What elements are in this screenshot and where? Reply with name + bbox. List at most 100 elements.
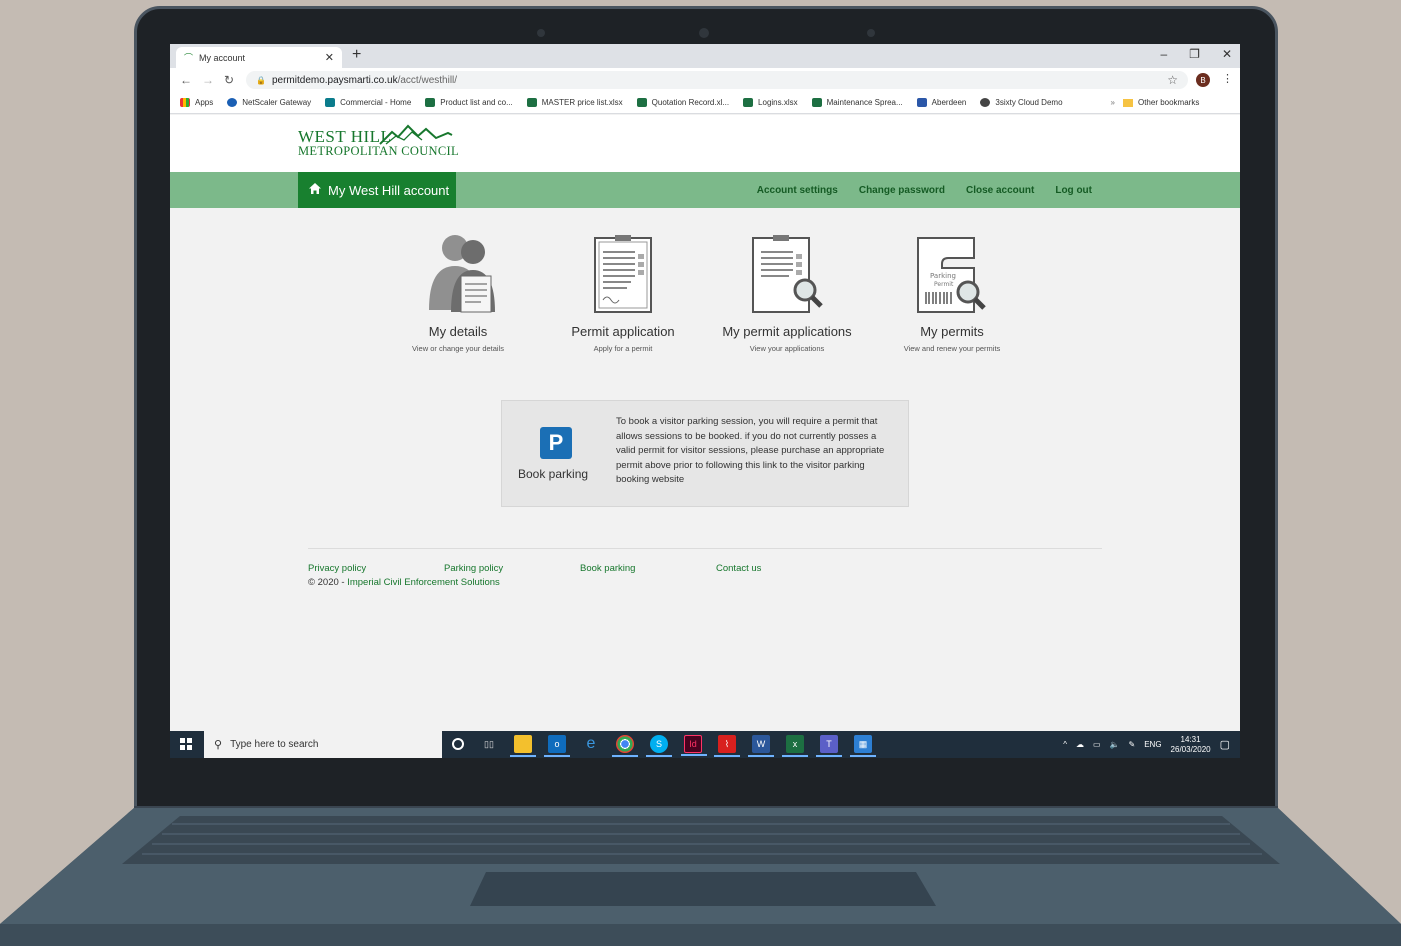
file-explorer-icon[interactable] bbox=[510, 735, 536, 757]
people-icon bbox=[429, 235, 495, 313]
nav-home-link[interactable]: My West Hill account bbox=[298, 172, 456, 208]
tile-my-permit-applications[interactable]: My permit applications View your applica… bbox=[702, 208, 872, 353]
apps-icon bbox=[180, 98, 190, 107]
bookmark-3sixty[interactable]: 3sixty Cloud Demo bbox=[980, 98, 1063, 107]
skype-icon[interactable]: S bbox=[646, 735, 672, 757]
footer-privacy-policy[interactable]: Privacy policy bbox=[308, 563, 366, 574]
notifications-icon[interactable]: ▢ bbox=[1220, 738, 1230, 751]
maximize-icon[interactable]: ❐ bbox=[1189, 47, 1200, 61]
site-header: WEST HILL METROPOLITAN COUNCIL bbox=[170, 115, 1240, 172]
profile-avatar[interactable]: B bbox=[1196, 73, 1210, 87]
language-indicator[interactable]: ENG bbox=[1144, 740, 1161, 749]
parking-p-icon[interactable]: P bbox=[540, 427, 572, 459]
tray-chevron-icon[interactable]: ^ bbox=[1063, 740, 1067, 749]
book-parking-link[interactable]: Book parking bbox=[518, 467, 588, 481]
teams-icon[interactable]: T bbox=[816, 735, 842, 757]
cortana-icon[interactable] bbox=[452, 738, 464, 750]
taskbar-search[interactable]: ⚲ Type here to search bbox=[204, 731, 442, 758]
onedrive-icon[interactable]: ☁ bbox=[1076, 740, 1084, 749]
network-icon[interactable]: ▭ bbox=[1093, 740, 1101, 749]
nav-home-label: My West Hill account bbox=[328, 182, 450, 198]
bookmark-other[interactable]: Other bookmarks bbox=[1122, 98, 1199, 107]
site-favicon-icon: ⌒ bbox=[184, 53, 194, 63]
laptop-keyboard-deck bbox=[0, 808, 1401, 946]
footer-divider bbox=[308, 548, 1102, 549]
browser-toolbar: ← → ↻ 🔒 permitdemo.paysmarti.co.uk/acct/… bbox=[170, 68, 1240, 92]
browser-tab-strip: ⌒ My account ✕ + – ❐ ✕ bbox=[170, 44, 1240, 68]
outlook-icon[interactable]: o bbox=[544, 735, 570, 757]
address-bar[interactable]: 🔒 permitdemo.paysmarti.co.uk/acct/westhi… bbox=[246, 71, 1188, 89]
pen-icon[interactable]: ✎ bbox=[1129, 740, 1136, 749]
bookmark-quotation[interactable]: Quotation Record.xl... bbox=[636, 98, 729, 107]
windows-start-icon[interactable] bbox=[180, 738, 192, 750]
clock-date: 26/03/2020 bbox=[1170, 744, 1211, 754]
footer-contact-us[interactable]: Contact us bbox=[716, 563, 761, 574]
cloud-icon bbox=[980, 98, 991, 107]
bookmarks-overflow-icon[interactable]: » bbox=[1111, 98, 1115, 107]
acrobat-icon[interactable]: ⌇ bbox=[714, 735, 740, 757]
nav-close-account[interactable]: Close account bbox=[966, 185, 1034, 196]
site-navbar: My West Hill account Account settings Ch… bbox=[170, 172, 1240, 208]
clipboard-icon bbox=[594, 235, 652, 313]
webcam bbox=[699, 28, 709, 38]
clock-time: 14:31 bbox=[1180, 734, 1201, 744]
footer-book-parking[interactable]: Book parking bbox=[580, 563, 635, 574]
footer-parking-policy[interactable]: Parking policy bbox=[444, 563, 503, 574]
excel-icon bbox=[636, 98, 647, 107]
excel-icon bbox=[526, 98, 537, 107]
parking-permit-icon: Parking Permit bbox=[917, 237, 986, 313]
indesign-icon[interactable]: Id bbox=[681, 735, 707, 756]
bookmark-star-icon[interactable]: ☆ bbox=[1167, 73, 1178, 87]
edge-icon[interactable]: e bbox=[582, 735, 600, 753]
browser-menu-icon[interactable]: ⋮ bbox=[1222, 72, 1233, 85]
bookmark-aberdeen[interactable]: Aberdeen bbox=[916, 98, 966, 107]
volume-icon[interactable]: 🔈 bbox=[1110, 740, 1120, 749]
bookmark-master-price[interactable]: MASTER price list.xlsx bbox=[526, 98, 623, 107]
sensor-dot bbox=[537, 29, 545, 37]
hills-logo-icon bbox=[379, 124, 453, 145]
taskbar-clock[interactable]: 14:31 26/03/2020 bbox=[1171, 735, 1211, 755]
home-icon bbox=[308, 182, 322, 198]
nav-account-settings[interactable]: Account settings bbox=[757, 185, 838, 196]
bookmark-commercial[interactable]: Commercial - Home bbox=[325, 98, 411, 107]
tile-title: My details bbox=[428, 324, 488, 339]
book-parking-panel: P Book parking To book a visitor parking… bbox=[501, 400, 909, 507]
tile-permit-application[interactable]: Permit application Apply for a permit bbox=[538, 208, 708, 353]
back-arrow-icon[interactable]: ← bbox=[180, 73, 192, 87]
tab-close-icon[interactable]: ✕ bbox=[325, 51, 334, 64]
netscaler-icon bbox=[227, 98, 238, 107]
council-logo[interactable]: WEST HILL METROPOLITAN COUNCIL bbox=[298, 124, 459, 158]
tile-my-permits[interactable]: Parking Permit My permits View and renew… bbox=[867, 208, 1037, 353]
book-parking-description: To book a visitor parking session, you w… bbox=[616, 416, 885, 485]
excel-app-icon[interactable]: x bbox=[782, 735, 808, 757]
browser-tab[interactable]: ⌒ My account ✕ bbox=[176, 47, 342, 68]
web-page: WEST HILL METROPOLITAN COUNCIL My West H… bbox=[170, 115, 1240, 731]
reload-icon[interactable]: ↻ bbox=[224, 73, 234, 87]
bookmark-apps[interactable]: Apps bbox=[180, 98, 213, 107]
window-close-icon[interactable]: ✕ bbox=[1222, 47, 1232, 61]
chrome-icon[interactable] bbox=[612, 735, 638, 757]
word-icon[interactable]: W bbox=[748, 735, 774, 757]
excel-icon bbox=[425, 98, 436, 107]
nav-change-password[interactable]: Change password bbox=[859, 185, 945, 196]
search-icon: ⚲ bbox=[214, 739, 223, 751]
aberdeen-icon bbox=[916, 98, 927, 107]
folder-icon bbox=[1122, 98, 1133, 107]
new-tab-button[interactable]: + bbox=[352, 46, 361, 64]
bookmark-logins[interactable]: Logins.xlsx bbox=[743, 98, 798, 107]
bookmark-product-list[interactable]: Product list and co... bbox=[425, 98, 513, 107]
task-view-icon[interactable]: ▯▯ bbox=[480, 735, 498, 753]
window-controls: – ❐ ✕ bbox=[1160, 47, 1232, 61]
forward-arrow-icon[interactable]: → bbox=[202, 73, 214, 87]
lock-icon: 🔒 bbox=[256, 75, 266, 85]
tile-subtitle: Apply for a permit bbox=[593, 344, 653, 353]
minimize-icon[interactable]: – bbox=[1160, 47, 1167, 61]
url-path: /acct/westhill/ bbox=[397, 74, 458, 86]
account-tiles: My details View or change your details P… bbox=[170, 208, 1240, 378]
copyright-owner-link[interactable]: Imperial Civil Enforcement Solutions bbox=[347, 577, 500, 588]
bookmark-maintenance[interactable]: Maintenance Sprea... bbox=[811, 98, 903, 107]
bookmark-netscaler[interactable]: NetScaler Gateway bbox=[227, 98, 311, 107]
tile-my-details[interactable]: My details View or change your details bbox=[373, 208, 543, 353]
nav-log-out[interactable]: Log out bbox=[1055, 185, 1092, 196]
calendar-app-icon[interactable]: ▦ bbox=[850, 735, 876, 757]
